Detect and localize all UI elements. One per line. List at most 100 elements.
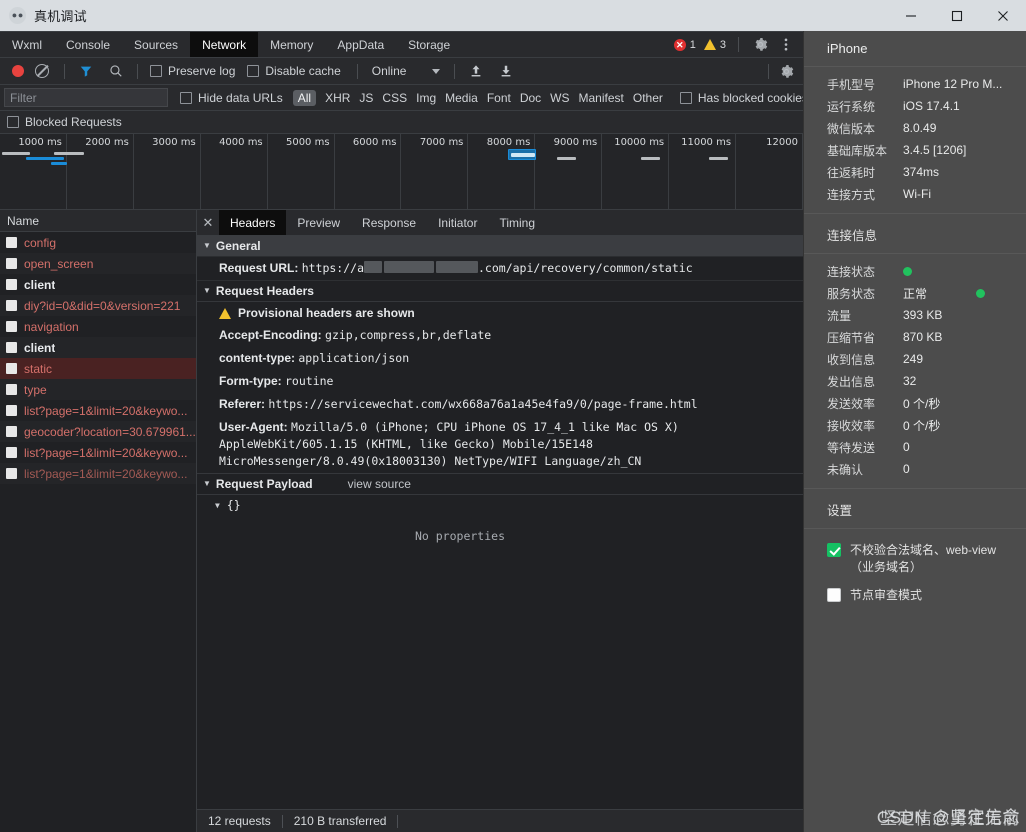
request-count: 12 requests	[208, 814, 271, 828]
row-label: 服务状态	[827, 286, 876, 301]
filter-type-img[interactable]: Img	[416, 91, 436, 105]
hide-data-urls-checkbox[interactable]: Hide data URLs	[180, 91, 283, 105]
request-list-row[interactable]: list?page=1&limit=20&keywo...	[0, 400, 196, 421]
connection-info-row: 发送效率 0 个/秒	[804, 392, 1026, 414]
device-setting-checkbox[interactable]: 不校验合法域名、web-view（业务域名）	[804, 542, 1026, 587]
request-headers-section-header[interactable]: ▼ Request Headers	[197, 281, 803, 302]
detail-tab-initiator[interactable]: Initiator	[427, 210, 488, 235]
preserve-log-checkbox[interactable]: Preserve log	[150, 64, 235, 78]
error-badge[interactable]: ✕ 1	[672, 38, 698, 51]
filter-type-ws[interactable]: WS	[550, 91, 569, 105]
request-list-header[interactable]: Name	[0, 210, 196, 232]
connection-info-title: 连接信息	[804, 214, 1026, 254]
export-har-button[interactable]	[491, 64, 521, 78]
close-icon[interactable]	[980, 0, 1026, 31]
detail-tab-strip: ✕ Headers Preview Response Initiator Tim…	[197, 210, 803, 236]
overview-request-bar	[54, 152, 84, 155]
clear-button[interactable]	[32, 64, 58, 78]
request-list-row[interactable]: type	[0, 379, 196, 400]
import-har-button[interactable]	[461, 64, 491, 78]
detail-tab-timing[interactable]: Timing	[488, 210, 546, 235]
request-list-row[interactable]: navigation	[0, 316, 196, 337]
divider	[738, 37, 739, 52]
gear-icon[interactable]	[749, 34, 771, 56]
tab-appdata[interactable]: AppData	[325, 32, 396, 57]
filter-toggle-button[interactable]	[71, 64, 101, 78]
request-list-row[interactable]: client	[0, 337, 196, 358]
tab-sources[interactable]: Sources	[122, 32, 190, 57]
filter-type-media[interactable]: Media	[445, 91, 478, 105]
has-blocked-cookies-checkbox[interactable]: Has blocked cookies	[679, 91, 808, 105]
network-overview-timeline[interactable]: 1000 ms 2000 ms 3000 ms 4000 ms 5000 ms 6000 …	[0, 134, 803, 210]
filter-type-other[interactable]: Other	[633, 91, 663, 105]
tab-wxml[interactable]: Wxml	[0, 32, 54, 57]
filter-type-manifest[interactable]: Manifest	[579, 91, 624, 105]
detail-tab-response[interactable]: Response	[351, 210, 427, 235]
overview-tick: 1000 ms	[0, 134, 67, 209]
tab-console[interactable]: Console	[54, 32, 122, 57]
detail-tab-headers[interactable]: Headers	[219, 210, 287, 235]
minimize-icon[interactable]	[888, 0, 934, 31]
transferred-size: 210 B transferred	[293, 814, 387, 828]
overview-tick: 6000 ms	[335, 134, 402, 209]
overview-tick: 11000 ms	[669, 134, 737, 209]
device-setting-checkbox[interactable]: 节点审查模式	[804, 587, 1026, 615]
app-window: ● ● 真机调试 Wxml Console Sources Network Me…	[0, 0, 1026, 832]
disable-cache-checkbox[interactable]: Disable cache	[247, 64, 341, 78]
network-settings-gear-icon[interactable]	[775, 60, 797, 82]
setting-label: 不校验合法域名、web-view（业务域名）	[850, 543, 997, 574]
close-icon[interactable]: ✕	[197, 210, 219, 235]
tab-storage[interactable]: Storage	[396, 32, 462, 57]
request-list-row[interactable]: client	[0, 274, 196, 295]
request-url-suffix: .com/api/recovery/common/static	[478, 261, 693, 275]
filter-type-all[interactable]: All	[292, 89, 317, 106]
request-list-row[interactable]: list?page=1&limit=20&keywo...	[0, 442, 196, 463]
throttling-value: Online	[371, 64, 407, 78]
device-info-row: 往返耗时 374ms	[804, 161, 1026, 183]
filter-type-font[interactable]: Font	[487, 91, 511, 105]
general-section-header[interactable]: ▼ General	[197, 236, 803, 257]
request-list-row[interactable]: static	[0, 358, 196, 379]
disable-cache-label: Disable cache	[265, 64, 341, 78]
filter-type-xhr[interactable]: XHR	[325, 91, 350, 105]
request-list-row[interactable]: diy?id=0&did=0&version=221	[0, 295, 196, 316]
overview-tick-label: 6000 ms	[352, 137, 397, 148]
chevron-down-icon: ▼	[215, 501, 220, 510]
request-payload-section-header[interactable]: ▼ Request Payload view source	[197, 473, 803, 495]
row-label: 手机型号	[827, 77, 876, 92]
warning-icon	[703, 39, 716, 50]
payload-root-row[interactable]: ▼ {}	[197, 495, 803, 515]
tab-memory[interactable]: Memory	[258, 32, 325, 57]
throttling-select[interactable]: Online	[372, 64, 441, 78]
filter-type-js[interactable]: JS	[359, 91, 373, 105]
row-label: 运行系统	[827, 99, 876, 114]
overview-request-bar	[2, 152, 30, 155]
divider	[137, 63, 138, 79]
warning-badge[interactable]: 3	[702, 39, 728, 51]
request-list-row[interactable]: open_screen	[0, 253, 196, 274]
tab-network[interactable]: Network	[190, 32, 259, 57]
request-list[interactable]: config open_screen client diy?id=0&did=0&ve…	[0, 232, 196, 832]
payload-root-value: {}	[226, 498, 241, 512]
detail-tab-preview[interactable]: Preview	[286, 210, 351, 235]
provisional-headers-warning: Provisional headers are shown	[197, 302, 803, 324]
request-list-row[interactable]: geocoder?location=30.679961...	[0, 421, 196, 442]
row-value: 249	[903, 352, 924, 366]
request-list-row[interactable]: list?page=1&limit=20&keywo...	[0, 463, 196, 484]
clear-icon	[35, 64, 49, 78]
filter-type-doc[interactable]: Doc	[520, 91, 541, 105]
view-source-link[interactable]: view source	[348, 477, 411, 491]
filter-input[interactable]	[4, 88, 168, 107]
blocked-requests-checkbox[interactable]: Blocked Requests	[7, 115, 122, 129]
redacted-domain	[364, 261, 382, 273]
request-url-key: Request URL:	[219, 261, 299, 275]
record-button[interactable]	[12, 65, 24, 77]
upload-icon	[472, 65, 481, 77]
kebab-menu-icon[interactable]	[775, 34, 797, 56]
filter-type-css[interactable]: CSS	[382, 91, 407, 105]
request-list-row[interactable]: config	[0, 232, 196, 253]
maximize-icon[interactable]	[934, 0, 980, 31]
row-label: 收到信息	[827, 352, 876, 367]
request-url-prefix: https://a	[301, 261, 364, 275]
search-button[interactable]	[101, 64, 131, 78]
